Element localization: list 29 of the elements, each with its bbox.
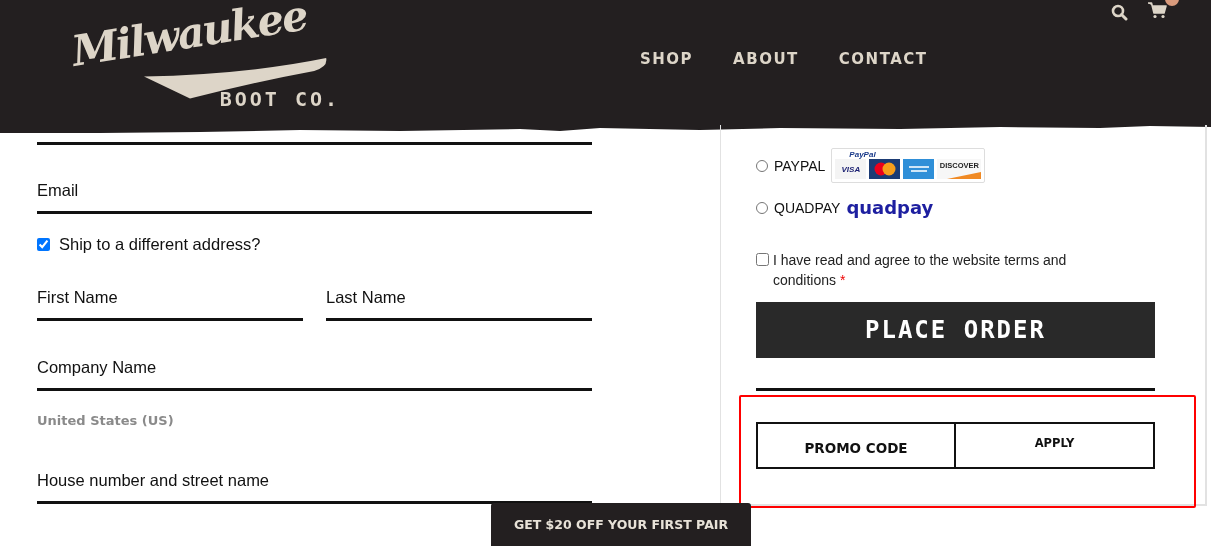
nav-link[interactable]: CONTACT (838, 50, 928, 68)
logo-subtitle: BOOT CO. (219, 88, 340, 110)
quadpay-logo: quadpay (846, 197, 934, 218)
card-icon (869, 159, 901, 179)
search-icon[interactable] (1111, 4, 1128, 21)
checkbox[interactable] (37, 238, 50, 251)
last-name-field[interactable]: Last Name (326, 277, 592, 321)
terms-label: I have read and agree to the website terms and conditions * (773, 251, 1068, 290)
apply-button[interactable]: APPLY (956, 422, 1155, 469)
logo-script: Milwaukee (68, 0, 310, 76)
place-order-button[interactable]: PLACE ORDER (756, 302, 1155, 358)
country-value: United States (US) (37, 413, 175, 428)
company-field[interactable]: Company Name (37, 347, 592, 391)
first-name-field[interactable]: First Name (37, 277, 303, 321)
checkbox-label: Ship to a different address? (59, 235, 261, 254)
card-icon (903, 159, 935, 179)
nav-link[interactable]: SHOP (640, 50, 694, 68)
payment-method-label: QUADPAY (774, 199, 841, 216)
payment-radio[interactable] (756, 201, 768, 214)
cart-icon[interactable] (1148, 2, 1167, 19)
payment-radio[interactable] (756, 159, 768, 172)
email-field[interactable]: Email (37, 170, 592, 214)
nav-link[interactable]: ABOUT (733, 50, 799, 68)
card-logo: VISA (835, 159, 867, 179)
promo-code-field[interactable]: PROMO CODE (756, 422, 956, 469)
paypal-logo: PayPal (849, 150, 877, 159)
payment-method-label: PAYPAL (774, 157, 826, 174)
checkbox[interactable] (756, 253, 769, 266)
promo-banner-button[interactable]: GET $20 OFF YOUR FIRST PAIR (491, 503, 751, 546)
